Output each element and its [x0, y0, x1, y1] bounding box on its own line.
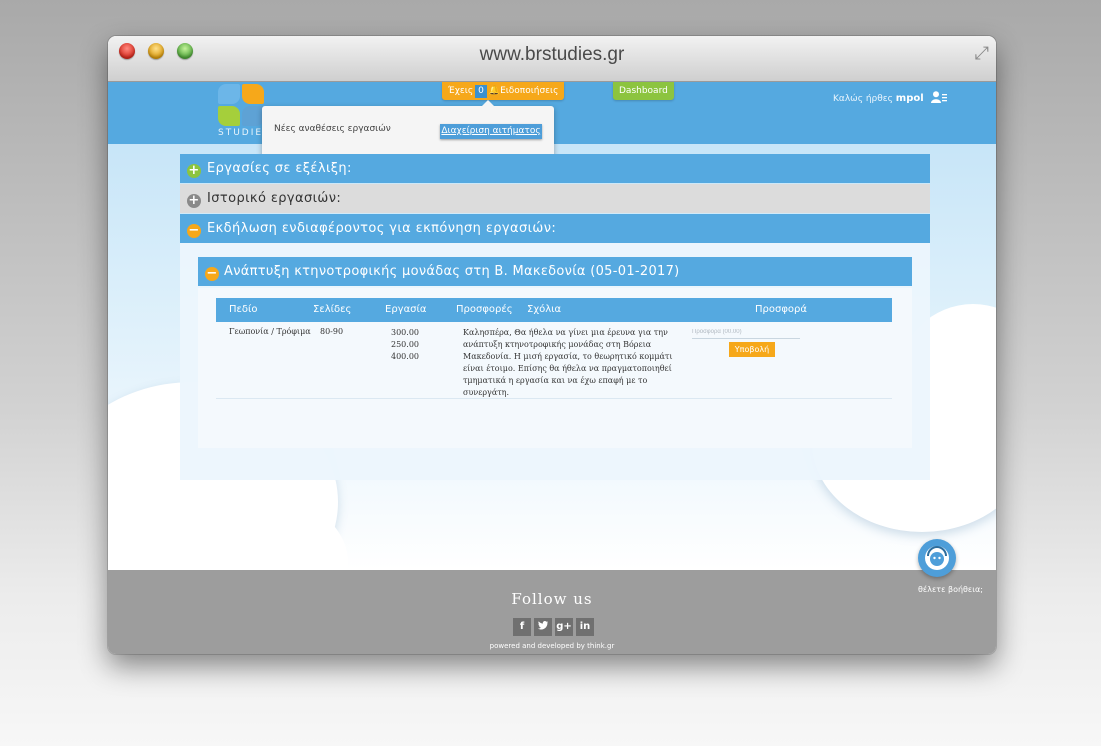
bell-icon: 🔔 — [488, 86, 501, 96]
manage-request-button[interactable]: Διαχείριση αιτήματος — [440, 124, 542, 139]
notifications-button[interactable]: Έχεις 0 🔔Ειδοποιήσεις — [442, 82, 565, 100]
plus-icon: + — [187, 193, 201, 208]
accordion-label: Εκδήλωση ενδιαφέροντος για εκπόνηση εργα… — [207, 221, 557, 236]
plus-icon: + — [187, 163, 201, 178]
col-offers: Προσφορές — [456, 304, 513, 315]
twitter-icon[interactable] — [534, 618, 552, 636]
browser-titlebar: www.brstudies.gr ⤢ — [108, 36, 996, 82]
notifications-prefix: Έχεις — [448, 86, 474, 96]
accordion-in-progress[interactable]: + Εργασίες σε εξέλιξη: — [180, 154, 930, 183]
table-row: Γεωπονία / Τρόφιμα 80-90 300.00 250.00 4… — [216, 322, 892, 399]
welcome-user[interactable]: Καλώς ήρθες mpol — [833, 91, 947, 104]
support-agent-icon — [925, 546, 949, 570]
project-accordion[interactable]: − Ανάπτυξη κτηνοτροφικής μονάδας στη Β. Μ… — [198, 257, 912, 286]
dropdown-message: Νέες αναθέσεις εργασιών — [274, 124, 391, 134]
address-bar[interactable]: www.brstudies.gr — [108, 44, 996, 66]
linkedin-icon[interactable]: in — [576, 618, 594, 636]
col-field: Πεδίο — [229, 304, 258, 315]
col-pages: Σελίδες — [313, 304, 352, 315]
username: mpol — [895, 93, 924, 104]
facebook-icon[interactable]: f — [513, 618, 531, 636]
offer-value: 250.00 — [391, 340, 419, 349]
minus-icon: − — [187, 223, 201, 238]
google-plus-icon[interactable]: g+ — [555, 618, 573, 636]
accordion-label: Ιστορικό εργασιών: — [207, 191, 342, 206]
social-links: f g+ in — [513, 614, 597, 636]
page-content: STUDIES Έχεις 0 🔔Ειδοποιήσεις Dashboard Κα… — [108, 82, 996, 570]
fullscreen-icon[interactable]: ⤢ — [975, 43, 989, 64]
help-text: θέλετε βοήθεια; — [918, 585, 983, 594]
welcome-text: Καλώς ήρθες — [833, 94, 893, 104]
offer-value: 400.00 — [391, 352, 419, 361]
accordion-history[interactable]: + Ιστορικό εργασιών: — [180, 184, 930, 213]
col-work: Εργασία — [385, 304, 427, 315]
row-offers: 300.00 250.00 400.00 — [391, 327, 419, 363]
notifications-dropdown: Νέες αναθέσεις εργασιών Διαχείριση αιτήμ… — [262, 100, 554, 158]
table-header: Πεδίο Σελίδες Εργασία Προσφορές Σχόλια Π… — [216, 298, 892, 322]
row-pages: 80-90 — [320, 327, 344, 336]
notifications-count: 0 — [475, 85, 487, 98]
site-footer: Follow us f g+ in powered and developed by… — [108, 570, 996, 654]
project-title: Ανάπτυξη κτηνοτροφικής μονάδας στη Β. Μα… — [224, 264, 680, 279]
interest-panel: − Ανάπτυξη κτηνοτροφικής μονάδας στη Β. Μ… — [180, 243, 930, 480]
notifications-label: Ειδοποιήσεις — [500, 86, 559, 96]
offer-input[interactable] — [692, 326, 800, 339]
user-menu-icon[interactable] — [930, 91, 947, 103]
powered-by[interactable]: powered and developed by think.gr — [108, 642, 996, 650]
accordion-label: Εργασίες σε εξέλιξη: — [207, 161, 352, 176]
follow-us-heading: Follow us — [511, 590, 593, 608]
accordion-interest[interactable]: − Εκδήλωση ενδιαφέροντος για εκπόνηση εργ… — [180, 214, 930, 243]
help-button[interactable] — [918, 539, 956, 577]
brstudies-logo[interactable]: STUDIES — [216, 84, 269, 140]
row-field: Γεωπονία / Τρόφιμα — [229, 327, 311, 336]
submit-offer-button[interactable]: Υποβολή — [729, 342, 775, 357]
offer-value: 300.00 — [391, 328, 419, 337]
project-details: Πεδίο Σελίδες Εργασία Προσφορές Σχόλια Π… — [198, 288, 912, 448]
dashboard-button[interactable]: Dashboard — [613, 82, 674, 100]
col-offer: Προσφορά — [755, 304, 807, 315]
col-comments: Σχόλια — [527, 304, 562, 315]
row-comment: Καλησπέρα, Θα ήθελα να γίνει μια έρευνα … — [463, 328, 673, 397]
browser-window: www.brstudies.gr ⤢ STUDIES Έχεις 0 🔔Ειδοπο… — [108, 36, 996, 654]
minus-icon: − — [205, 266, 219, 281]
